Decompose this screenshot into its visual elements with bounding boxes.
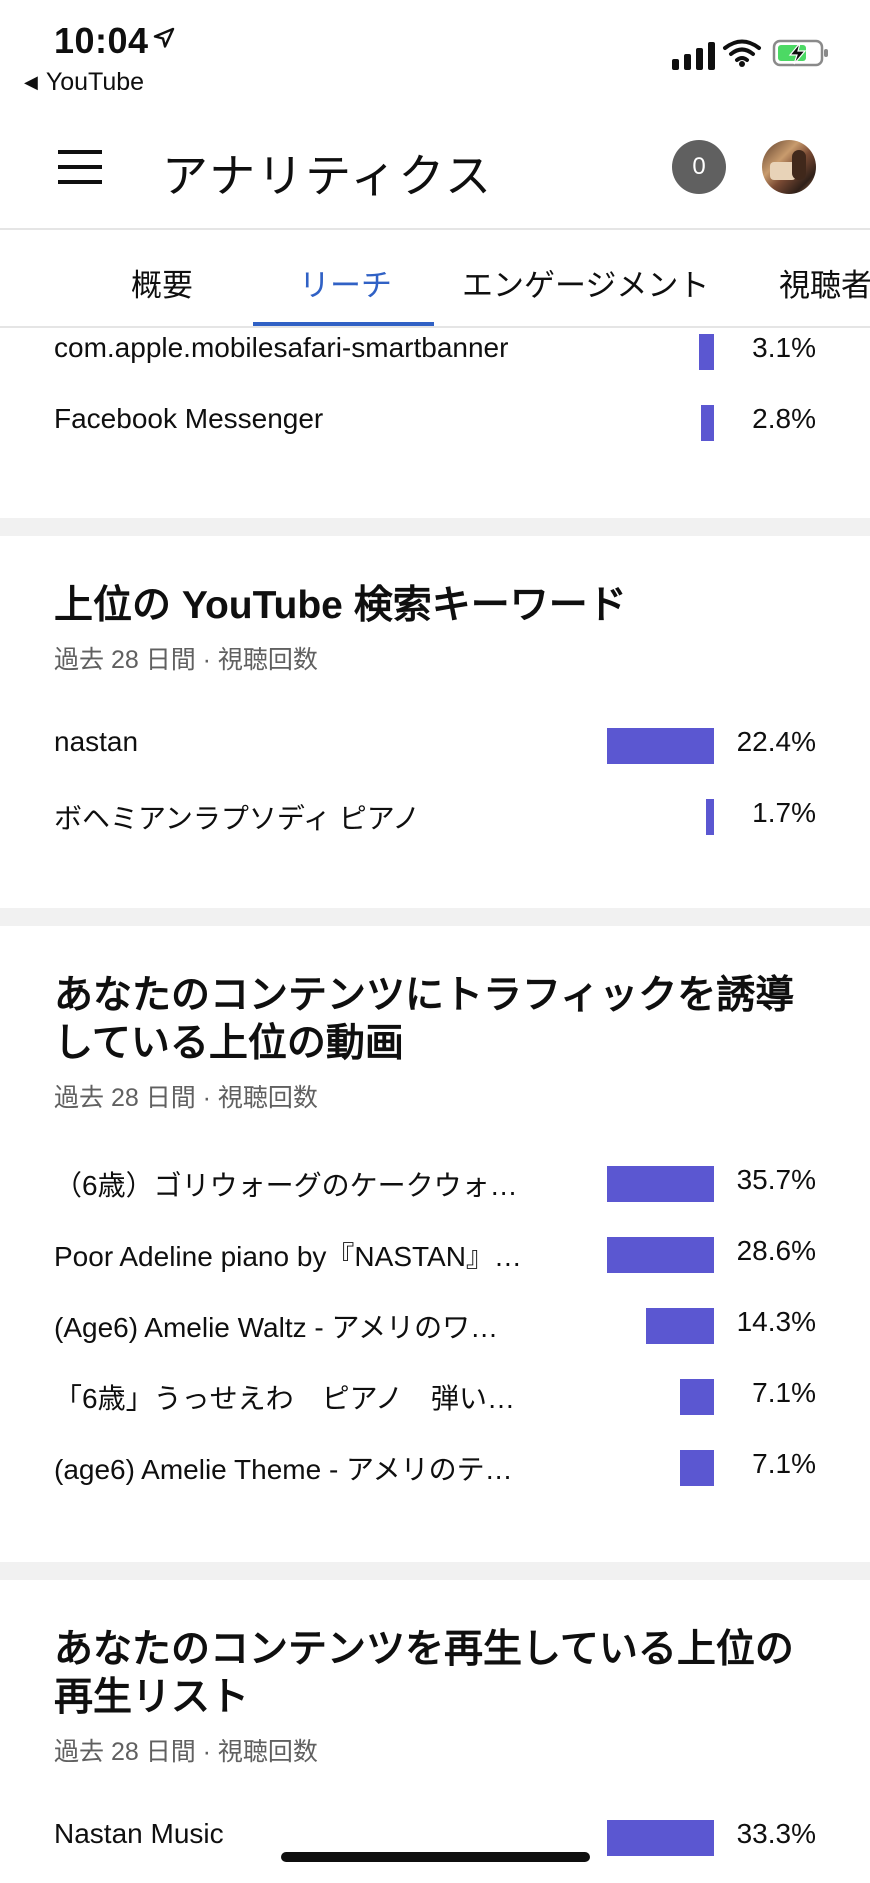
row-percent: 33.3% <box>736 1818 816 1849</box>
tab-overview[interactable]: 概要 <box>131 260 193 305</box>
status-time: 10:04 <box>54 20 149 61</box>
row-percent: 3.1% <box>752 332 816 363</box>
section-subtitle: 過去 28 日間 · 視聴回数 <box>54 646 318 674</box>
status-bar: 10:04 ◀ YouTube <box>0 0 870 110</box>
list-item[interactable]: 「6歳」うっせえわ ピアノ 弾い… 7.1% <box>0 1367 870 1438</box>
signal-icon <box>672 38 715 70</box>
row-label: ボヘミアンラプソディ ピアノ <box>54 803 421 834</box>
row-percent: 35.7% <box>736 1164 816 1195</box>
list-item[interactable]: (age6) Amelie Theme - アメリのテ… 7.1% <box>0 1438 870 1509</box>
row-bar <box>645 1308 714 1344</box>
row-percent: 7.1% <box>752 1377 816 1408</box>
location-arrow-icon <box>153 27 175 48</box>
list-item[interactable]: Poor Adeline piano by『NASTAN』… 28.6% <box>0 1225 870 1296</box>
row-bar <box>680 1379 714 1415</box>
row-bar <box>607 1166 714 1202</box>
tab-engagement[interactable]: エンゲージメント <box>462 260 709 305</box>
row-bar <box>699 334 714 370</box>
row-percent: 7.1% <box>752 1448 816 1479</box>
home-indicator[interactable] <box>281 1852 590 1862</box>
row-label: Poor Adeline piano by『NASTAN』… <box>54 1241 522 1272</box>
row-bar <box>607 728 714 764</box>
row-percent: 14.3% <box>736 1306 816 1337</box>
back-to-app-link[interactable]: ◀ YouTube <box>24 68 144 97</box>
scroll-content[interactable]: com.apple.mobilesafari-smartbanner 3.1% … <box>0 328 870 1880</box>
search-keywords-card: 上位の YouTube 検索キーワード 過去 28 日間 · 視聴回数 nast… <box>0 536 870 908</box>
wifi-icon <box>723 39 761 67</box>
tab-audience[interactable]: 視聴者 <box>779 260 870 305</box>
list-item[interactable]: Nastan Music 33.3% <box>0 1808 870 1879</box>
row-bar <box>607 1820 714 1856</box>
row-label: com.apple.mobilesafari-smartbanner <box>54 332 509 363</box>
menu-icon[interactable] <box>58 150 102 186</box>
row-percent: 1.7% <box>752 797 816 828</box>
battery-charging-icon <box>772 39 828 67</box>
list-item[interactable]: （6歳）ゴリウォーグのケークウォ… 35.7% <box>0 1154 870 1225</box>
list-item[interactable]: com.apple.mobilesafari-smartbanner 3.1% <box>0 322 870 393</box>
top-playlists-card: あなたのコンテンツを再生している上位の再生リスト 過去 28 日間 · 視聴回数… <box>0 1580 870 1880</box>
section-title: あなたのコンテンツを再生している上位の再生リスト <box>54 1628 794 1719</box>
row-label: 「6歳」うっせえわ ピアノ 弾い… <box>54 1383 516 1414</box>
tab-reach[interactable]: リーチ <box>299 260 392 305</box>
section-title: 上位の YouTube 検索キーワード <box>54 584 627 627</box>
notification-badge[interactable]: 0 <box>672 140 726 194</box>
row-percent: 2.8% <box>752 403 816 434</box>
app-header: アナリティクス 0 <box>0 110 870 230</box>
row-label: (age6) Amelie Theme - アメリのテ… <box>54 1454 513 1485</box>
section-subtitle: 過去 28 日間 · 視聴回数 <box>54 1738 318 1766</box>
section-divider <box>0 908 870 926</box>
list-item[interactable]: (Age6) Amelie Waltz - アメリのワ… 14.3% <box>0 1296 870 1367</box>
external-sources-card: com.apple.mobilesafari-smartbanner 3.1% … <box>0 328 870 518</box>
avatar[interactable] <box>762 140 816 194</box>
section-divider <box>0 518 870 536</box>
row-bar <box>700 405 714 441</box>
row-label: Nastan Music <box>54 1818 224 1849</box>
row-bar <box>705 799 714 835</box>
row-bar <box>607 1237 714 1273</box>
page-title: アナリティクス <box>162 150 493 202</box>
list-item[interactable]: nastan 22.4% <box>0 716 870 787</box>
section-title: あなたのコンテンツにトラフィックを誘導している上位の動画 <box>54 974 795 1065</box>
section-divider <box>0 1562 870 1580</box>
list-item[interactable]: ボヘミアンラプソディ ピアノ 1.7% <box>0 787 870 858</box>
row-percent: 22.4% <box>736 726 816 757</box>
row-label: nastan <box>54 726 139 757</box>
back-app-label: YouTube <box>45 68 145 96</box>
section-subtitle: 過去 28 日間 · 視聴回数 <box>54 1084 318 1112</box>
row-label: Facebook Messenger <box>54 403 324 434</box>
list-item[interactable]: Facebook Messenger 2.8% <box>0 393 870 464</box>
row-label: （6歳）ゴリウォーグのケークウォ… <box>54 1170 518 1201</box>
back-triangle-icon: ◀ <box>24 72 38 92</box>
tab-bar: 概要 リーチ エンゲージメント 視聴者 <box>0 230 870 328</box>
row-label: (Age6) Amelie Waltz - アメリのワ… <box>54 1312 499 1343</box>
top-videos-card: あなたのコンテンツにトラフィックを誘導している上位の動画 過去 28 日間 · … <box>0 926 870 1562</box>
row-bar <box>680 1450 714 1486</box>
row-percent: 28.6% <box>736 1235 816 1266</box>
